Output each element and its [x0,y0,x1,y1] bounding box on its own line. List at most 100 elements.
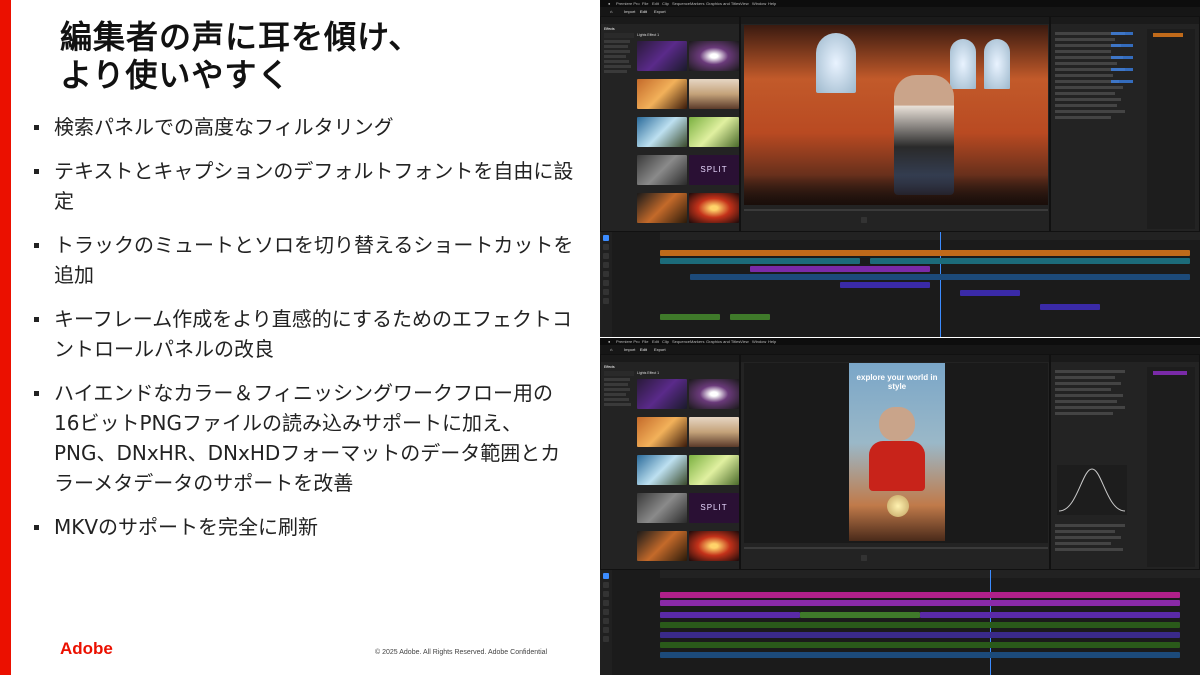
effect-thumbnail[interactable] [637,417,687,447]
app-toolbar: ⌂ Import Edit Export [600,7,1200,16]
clip-audio-track[interactable] [730,314,770,320]
premiere-screenshot-bottom: ● Premiere Pro File Edit Clip Sequence M… [600,338,1200,675]
track-select-icon[interactable] [603,582,609,588]
ripple-edit-icon[interactable] [603,591,609,597]
razor-icon[interactable] [603,600,609,606]
menu-sequence[interactable]: Sequence [672,338,690,345]
menu-view[interactable]: View [740,0,749,7]
clip-audio-track[interactable] [660,314,720,320]
effect-thumbnail[interactable] [689,117,739,147]
tab-export[interactable]: Export [654,7,666,16]
menu-clip[interactable]: Clip [662,338,669,345]
menu-window[interactable]: Window [752,338,766,345]
bullet-item: テキストとキャプションのデフォルトフォントを自由に設定 [32,156,577,216]
clip-audio-track[interactable] [660,622,1180,628]
effect-thumbnail[interactable] [689,193,739,223]
slip-icon[interactable] [603,609,609,615]
selection-tool-icon[interactable] [603,235,609,241]
effect-thumbnail-split[interactable]: SPLIT [689,155,739,185]
scrubber-bar[interactable] [744,209,1048,211]
menu-window[interactable]: Window [752,0,766,7]
effect-thumbnail[interactable] [689,79,739,109]
text-icon[interactable] [603,298,609,304]
clip-video-track[interactable] [840,282,930,288]
razor-icon[interactable] [603,262,609,268]
tools-panel [600,570,612,675]
menu-file[interactable]: File [642,0,648,7]
clip-video-track[interactable] [750,266,930,272]
keyframe-area[interactable] [1147,367,1195,567]
menu-graphics[interactable]: Graphics and Titles [706,338,740,345]
clip-video-track[interactable] [870,258,1190,264]
clip-video-track[interactable] [920,612,1180,618]
tab-import[interactable]: Import [624,7,635,16]
insert-icon[interactable] [861,217,867,223]
menu-file[interactable]: File [642,338,648,345]
bullet-item: トラックのミュートとソロを切り替えるショートカットを追加 [32,230,577,290]
tab-edit[interactable]: Edit [640,345,647,354]
effect-thumbnail[interactable] [689,455,739,485]
effect-thumbnail[interactable] [637,379,687,409]
clip-audio-track[interactable] [660,642,1180,648]
ripple-edit-icon[interactable] [603,253,609,259]
playhead[interactable] [940,232,941,337]
timeline-ruler[interactable] [660,570,1200,578]
effect-thumbnail-split[interactable]: SPLIT [689,493,739,523]
clip-video-track[interactable] [660,258,860,264]
effect-thumbnail[interactable] [637,117,687,147]
menu-help[interactable]: Help [768,338,776,345]
timeline-ruler[interactable] [660,232,1200,240]
effect-thumbnail[interactable] [637,531,687,561]
effects-list-header: Lights Effect 1 [637,371,660,375]
effect-thumbnail[interactable] [689,531,739,561]
hand-icon[interactable] [603,289,609,295]
effect-thumbnail[interactable] [637,41,687,71]
menu-sequence[interactable]: Sequence [672,0,690,7]
clip-video-track[interactable] [660,250,1190,256]
slip-icon[interactable] [603,271,609,277]
clip-video-track[interactable] [660,600,1180,606]
clip-video-track[interactable] [660,592,1180,598]
clip-video-track[interactable] [800,612,920,618]
pen-icon[interactable] [603,280,609,286]
menu-view[interactable]: View [740,338,749,345]
effect-thumbnail[interactable] [637,79,687,109]
hand-icon[interactable] [603,627,609,633]
effect-thumbnail[interactable] [637,155,687,185]
menu-edit[interactable]: Edit [652,0,659,7]
menu-graphics[interactable]: Graphics and Titles [706,0,740,7]
clip-audio-track[interactable] [1040,304,1100,310]
menu-markers[interactable]: Markers [690,0,704,7]
pen-icon[interactable] [603,618,609,624]
effect-thumbnail[interactable] [689,379,739,409]
bullet-item: 検索パネルでの高度なフィルタリング [32,112,577,142]
effect-thumbnail[interactable] [637,493,687,523]
menu-edit[interactable]: Edit [652,338,659,345]
selection-tool-icon[interactable] [603,573,609,579]
bullet-item: MKVのサポートを完全に刷新 [32,512,577,542]
tab-import[interactable]: Import [624,345,635,354]
home-icon[interactable]: ⌂ [610,7,612,16]
track-select-icon[interactable] [603,244,609,250]
text-icon[interactable] [603,636,609,642]
clip-audio-track[interactable] [660,632,1180,638]
clip-audio-track[interactable] [660,652,1180,658]
menu-markers[interactable]: Markers [690,338,704,345]
tab-edit[interactable]: Edit [640,7,647,16]
easing-curve-graph[interactable] [1057,465,1127,515]
effect-thumbnail[interactable] [689,41,739,71]
home-icon[interactable]: ⌂ [610,345,612,354]
effect-thumbnail[interactable] [637,455,687,485]
clip-audio-track[interactable] [960,290,1020,296]
clip-video-track[interactable] [660,612,800,618]
insert-icon[interactable] [861,555,867,561]
keyframe-area[interactable] [1147,29,1195,229]
tab-export[interactable]: Export [654,345,666,354]
vertical-video: explore your world in style [849,363,945,541]
effect-thumbnail[interactable] [689,417,739,447]
menu-clip[interactable]: Clip [662,0,669,7]
clip-video-track[interactable] [690,274,1190,280]
effect-thumbnail[interactable] [637,193,687,223]
menu-help[interactable]: Help [768,0,776,7]
scrubber-bar[interactable] [744,547,1048,549]
